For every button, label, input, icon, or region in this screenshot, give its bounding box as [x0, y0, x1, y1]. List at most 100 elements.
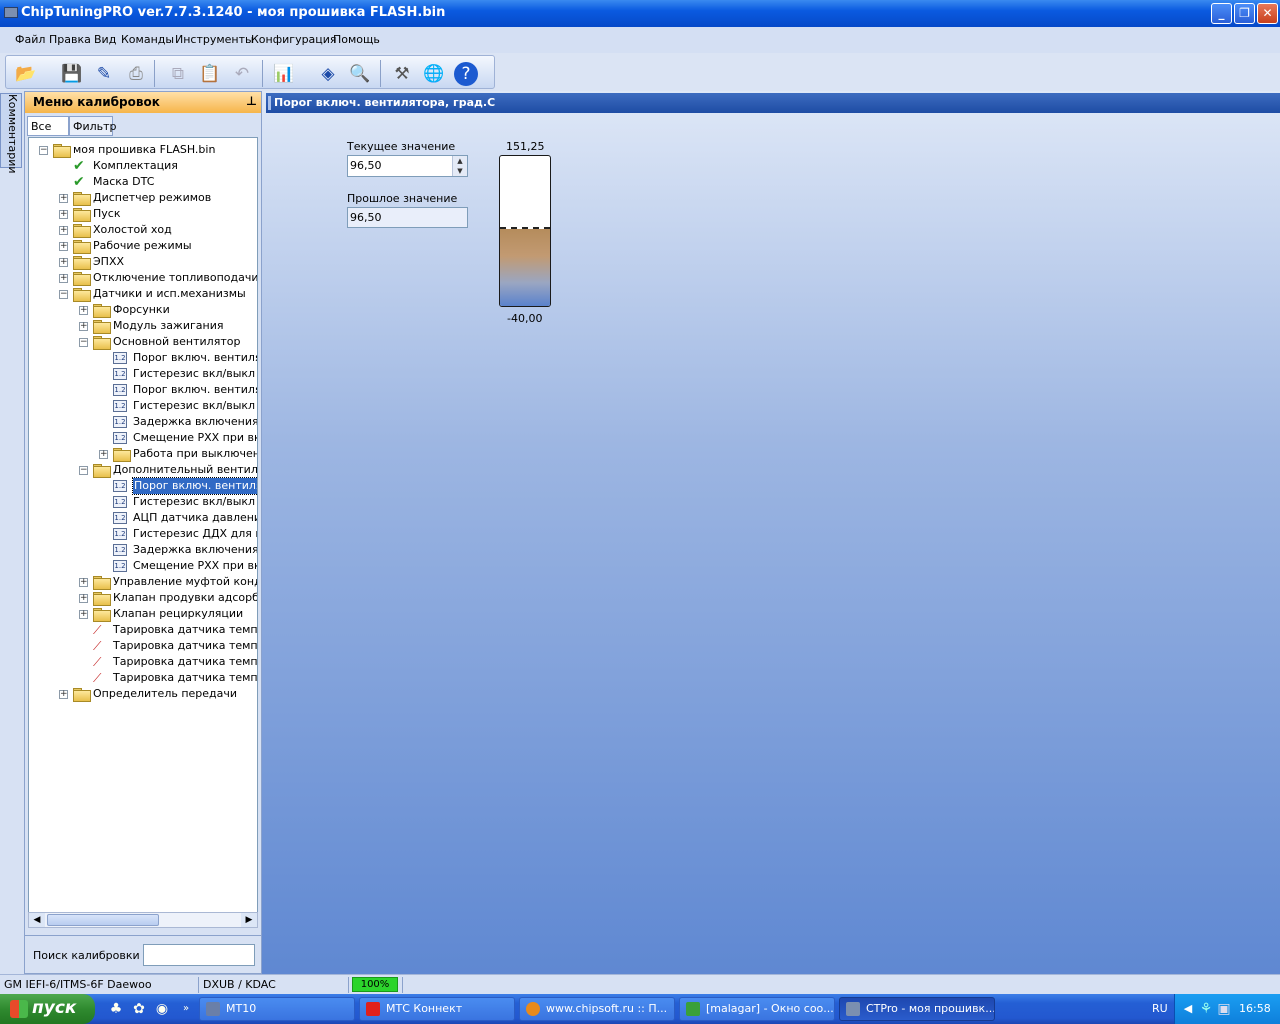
quicklaunch-app-icon[interactable]: ♣	[107, 1000, 125, 1018]
spin-up-icon[interactable]: ▲	[453, 156, 467, 166]
search-input[interactable]	[143, 944, 255, 966]
copy-icon[interactable]: ⧉	[166, 62, 190, 86]
tree-item[interactable]: − Основной вентилятор	[29, 334, 257, 350]
tab-all[interactable]: Все	[27, 116, 69, 136]
pin-icon[interactable]: ⊥	[246, 94, 257, 108]
language-indicator[interactable]: RU	[1152, 1002, 1168, 1015]
value-gauge[interactable]	[499, 155, 551, 307]
web-icon[interactable]: 🌐	[422, 62, 446, 86]
expand-icon[interactable]: +	[59, 690, 68, 699]
current-value-input[interactable]: 96,50 ▲ ▼	[347, 155, 468, 177]
tree-item[interactable]: ⟋ Тарировка датчика темпера	[29, 638, 257, 654]
tree-item[interactable]: + Диспетчер режимов	[29, 190, 257, 206]
tree-item[interactable]: ⟋ Тарировка датчика темпера	[29, 622, 257, 638]
expand-icon[interactable]: +	[79, 306, 88, 315]
scroll-right-icon[interactable]: ▶	[241, 913, 257, 927]
tree-item[interactable]: ✔ Комплектация	[29, 158, 257, 174]
expand-icon[interactable]: +	[59, 242, 68, 251]
collapse-icon[interactable]: −	[79, 466, 88, 475]
scroll-left-icon[interactable]: ◀	[29, 913, 45, 927]
tree-item[interactable]: − Датчики и исп.механизмы	[29, 286, 257, 302]
spin-down-icon[interactable]: ▼	[453, 166, 467, 176]
comments-tab[interactable]: Комментарии	[0, 93, 22, 174]
tree-item[interactable]: 1.2 Порог включ. вентилятора	[29, 382, 257, 398]
task-mts-connect[interactable]: МТС Коннект	[359, 997, 515, 1021]
expand-icon[interactable]: +	[79, 322, 88, 331]
quicklaunch-more-icon[interactable]: »	[177, 1000, 195, 1018]
save-as-icon[interactable]: ✎	[92, 62, 116, 86]
tab-filter[interactable]: Фильтр	[69, 116, 117, 136]
task-browser[interactable]: www.chipsoft.ru :: П...	[519, 997, 675, 1021]
tree-item[interactable]: 1.2 Задержка включения	[29, 542, 257, 558]
tree-item[interactable]: 1.2 Задержка включения	[29, 414, 257, 430]
collapse-icon[interactable]: −	[59, 290, 68, 299]
open-folder-icon[interactable]: 📂	[14, 62, 38, 86]
quicklaunch-firefox-icon[interactable]: ◉	[153, 1000, 171, 1018]
menu-view[interactable]: Вид	[94, 33, 116, 46]
expand-icon[interactable]: +	[59, 226, 68, 235]
tools-icon[interactable]: ⚒	[390, 62, 414, 86]
tray-monitor-icon[interactable]: ▣	[1215, 1000, 1233, 1018]
tree-item[interactable]: + Работа при выключенно	[29, 446, 257, 462]
collapse-icon[interactable]: −	[79, 338, 88, 347]
tree-item[interactable]: 1.2 Порог включ. вентилятора	[29, 350, 257, 366]
tree-item[interactable]: 1.2 АЦП датчика давления	[29, 510, 257, 526]
menu-tools[interactable]: Инструменты	[175, 33, 254, 46]
tree-item[interactable]: + Клапан продувки адсорбера	[29, 590, 257, 606]
expand-icon[interactable]: +	[59, 210, 68, 219]
menu-edit[interactable]: Правка	[49, 33, 91, 46]
quicklaunch-messenger-icon[interactable]: ✿	[130, 1000, 148, 1018]
expand-icon[interactable]: +	[59, 194, 68, 203]
collapse-icon[interactable]: −	[39, 146, 48, 155]
tree-item[interactable]: + Рабочие режимы	[29, 238, 257, 254]
chart-icon[interactable]: 📊	[272, 62, 296, 86]
minimize-button[interactable]: _	[1211, 3, 1232, 24]
restore-button[interactable]: ❐	[1234, 3, 1255, 24]
menu-configuration[interactable]: Конфигурация	[251, 33, 337, 46]
menu-help[interactable]: Помощь	[333, 33, 380, 46]
search-icon[interactable]: 🔍	[348, 62, 372, 86]
print-icon[interactable]: ⎙	[124, 62, 148, 86]
tree-item[interactable]: ⟋ Тарировка датчика темпера	[29, 670, 257, 686]
task-chat-window[interactable]: [malagar] - Окно соо...	[679, 997, 835, 1021]
scroll-thumb[interactable]	[47, 914, 159, 926]
tray-network-icon[interactable]: ⚘	[1197, 1000, 1215, 1018]
tree-item[interactable]: + Форсунки	[29, 302, 257, 318]
undo-icon[interactable]: ↶	[230, 62, 254, 86]
menu-commands[interactable]: Команды	[121, 33, 174, 46]
tree-item[interactable]: + Клапан рециркуляции	[29, 606, 257, 622]
tree-item[interactable]: + Управление муфтой кондиц	[29, 574, 257, 590]
start-button[interactable]: пуск	[0, 994, 95, 1024]
tree-item[interactable]: ✔ Маска DTC	[29, 174, 257, 190]
expand-icon[interactable]: +	[79, 610, 88, 619]
tree-item[interactable]: + ЭПХХ	[29, 254, 257, 270]
tree-item[interactable]: − моя прошивка FLASH.bin	[29, 142, 257, 158]
tree-item[interactable]: 1.2 Смещение РХХ при включ	[29, 558, 257, 574]
task-mt10[interactable]: MT10	[199, 997, 355, 1021]
tree-item[interactable]: − Дополнительный вентилятор	[29, 462, 257, 478]
expand-icon[interactable]: +	[99, 450, 108, 459]
task-ctpro[interactable]: CTPro - моя прошивк...	[839, 997, 995, 1021]
tree-item[interactable]: 1.2 Гистерезис вкл/выкл (р	[29, 398, 257, 414]
value-stepper[interactable]: ▲ ▼	[452, 156, 467, 176]
tree-item[interactable]: + Отключение топливоподачи	[29, 270, 257, 286]
save-icon[interactable]: 💾	[60, 62, 84, 86]
tree-item[interactable]: ⟋ Тарировка датчика темпера	[29, 654, 257, 670]
help-icon[interactable]: ?	[454, 62, 478, 86]
close-button[interactable]: ✕	[1257, 3, 1278, 24]
paste-icon[interactable]: 📋	[198, 62, 222, 86]
tray-collapse-icon[interactable]: ◀	[1179, 1000, 1197, 1018]
tree-item[interactable]: + Пуск	[29, 206, 257, 222]
tree-item[interactable]: 1.2 Смещение РХХ при включ	[29, 430, 257, 446]
expand-icon[interactable]: +	[79, 578, 88, 587]
tree-item[interactable]: + Холостой ход	[29, 222, 257, 238]
tree-item[interactable]: 1.2 Гистерезис вкл/выкл	[29, 494, 257, 510]
tree-item[interactable]: 1.2 Гистерезис вкл/выкл (о	[29, 366, 257, 382]
expand-icon[interactable]: +	[79, 594, 88, 603]
tree-horizontal-scrollbar[interactable]: ◀ ▶	[28, 912, 258, 928]
tree-item[interactable]: 1.2 Гистерезис ДДХ для вкл	[29, 526, 257, 542]
expand-icon[interactable]: +	[59, 274, 68, 283]
expand-icon[interactable]: +	[59, 258, 68, 267]
tree-item[interactable]: + Определитель передачи	[29, 686, 257, 702]
info-icon[interactable]: ◈	[316, 62, 340, 86]
